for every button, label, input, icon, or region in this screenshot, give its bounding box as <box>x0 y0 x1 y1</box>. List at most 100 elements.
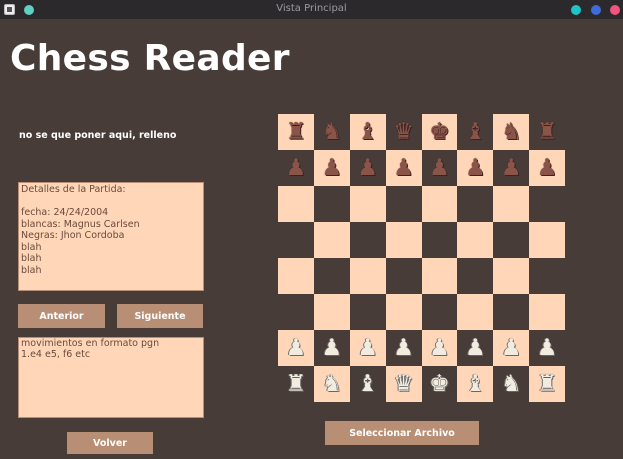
board-square-h5[interactable] <box>529 222 565 258</box>
black-bishop-icon[interactable]: ♝ <box>357 120 378 144</box>
board-square-c3[interactable] <box>349 294 386 330</box>
previous-button[interactable]: Anterior <box>18 304 105 328</box>
board-square-c1[interactable]: ♝ <box>349 366 386 402</box>
board-square-b4[interactable] <box>313 258 350 294</box>
board-square-a7[interactable]: ♟ <box>278 150 314 186</box>
moves-textarea[interactable]: movimientos en formato pgn 1.e4 e5, f6 e… <box>18 337 204 418</box>
board-square-h1[interactable]: ♜ <box>529 366 565 402</box>
board-square-e7[interactable]: ♟ <box>421 150 458 186</box>
minimize-button[interactable] <box>571 5 581 15</box>
board-square-e8[interactable]: ♚ <box>421 114 458 150</box>
board-square-c2[interactable]: ♟ <box>349 330 386 366</box>
board-square-b2[interactable]: ♟ <box>313 330 350 366</box>
black-queen-icon[interactable]: ♛ <box>393 120 414 144</box>
board-square-g2[interactable]: ♟ <box>493 330 530 366</box>
white-pawn-icon[interactable]: ♟ <box>429 336 450 360</box>
board-square-h2[interactable]: ♟ <box>529 330 565 366</box>
board-square-c5[interactable] <box>349 222 386 258</box>
board-square-a6[interactable] <box>278 186 314 222</box>
board-square-f8[interactable]: ♝ <box>457 114 494 150</box>
board-square-a2[interactable]: ♟ <box>278 330 314 366</box>
white-bishop-icon[interactable]: ♝ <box>465 372 486 396</box>
board-square-d4[interactable] <box>385 258 422 294</box>
black-bishop-icon[interactable]: ♝ <box>465 120 486 144</box>
board-square-f4[interactable] <box>457 258 494 294</box>
board-square-a8[interactable]: ♜ <box>278 114 314 150</box>
black-pawn-icon[interactable]: ♟ <box>537 156 558 180</box>
board-square-c8[interactable]: ♝ <box>349 114 386 150</box>
board-square-e1[interactable]: ♚ <box>421 366 458 402</box>
board-square-e6[interactable] <box>421 186 458 222</box>
next-button[interactable]: Siguiente <box>117 304 203 328</box>
black-pawn-icon[interactable]: ♟ <box>322 156 343 180</box>
white-rook-icon[interactable]: ♜ <box>537 372 558 396</box>
board-square-g4[interactable] <box>493 258 530 294</box>
board-square-d7[interactable]: ♟ <box>385 150 422 186</box>
board-square-g8[interactable]: ♞ <box>493 114 530 150</box>
board-square-g1[interactable]: ♞ <box>493 366 530 402</box>
board-square-d5[interactable] <box>385 222 422 258</box>
board-square-d6[interactable] <box>385 186 422 222</box>
board-square-e3[interactable] <box>421 294 458 330</box>
board-square-h8[interactable]: ♜ <box>529 114 565 150</box>
black-pawn-icon[interactable]: ♟ <box>286 156 307 180</box>
select-file-button[interactable]: Seleccionar Archivo <box>325 421 479 445</box>
board-square-d1[interactable]: ♛ <box>385 366 422 402</box>
close-button[interactable] <box>610 5 620 15</box>
board-square-e4[interactable] <box>421 258 458 294</box>
white-pawn-icon[interactable]: ♟ <box>537 336 558 360</box>
board-square-b1[interactable]: ♞ <box>313 366 350 402</box>
board-square-d8[interactable]: ♛ <box>385 114 422 150</box>
board-square-d3[interactable] <box>385 294 422 330</box>
board-square-c6[interactable] <box>349 186 386 222</box>
board-square-f2[interactable]: ♟ <box>457 330 494 366</box>
white-pawn-icon[interactable]: ♟ <box>393 336 414 360</box>
white-pawn-icon[interactable]: ♟ <box>357 336 378 360</box>
board-square-g7[interactable]: ♟ <box>493 150 530 186</box>
board-square-c7[interactable]: ♟ <box>349 150 386 186</box>
board-square-c4[interactable] <box>349 258 386 294</box>
black-knight-icon[interactable]: ♞ <box>501 120 522 144</box>
black-rook-icon[interactable]: ♜ <box>286 120 307 144</box>
board-square-f3[interactable] <box>457 294 494 330</box>
board-square-a3[interactable] <box>278 294 314 330</box>
board-square-e5[interactable] <box>421 222 458 258</box>
board-square-f5[interactable] <box>457 222 494 258</box>
black-king-icon[interactable]: ♚ <box>429 120 450 144</box>
white-rook-icon[interactable]: ♜ <box>286 372 307 396</box>
board-square-a4[interactable] <box>278 258 314 294</box>
board-square-g5[interactable] <box>493 222 530 258</box>
board-square-g6[interactable] <box>493 186 530 222</box>
board-square-h6[interactable] <box>529 186 565 222</box>
black-pawn-icon[interactable]: ♟ <box>357 156 378 180</box>
board-square-a5[interactable] <box>278 222 314 258</box>
white-king-icon[interactable]: ♚ <box>429 372 450 396</box>
white-pawn-icon[interactable]: ♟ <box>465 336 486 360</box>
back-button[interactable]: Volver <box>67 432 153 454</box>
black-pawn-icon[interactable]: ♟ <box>465 156 486 180</box>
board-square-e2[interactable]: ♟ <box>421 330 458 366</box>
white-pawn-icon[interactable]: ♟ <box>286 336 307 360</box>
black-pawn-icon[interactable]: ♟ <box>501 156 522 180</box>
board-square-b7[interactable]: ♟ <box>313 150 350 186</box>
board-square-f7[interactable]: ♟ <box>457 150 494 186</box>
white-bishop-icon[interactable]: ♝ <box>357 372 378 396</box>
black-pawn-icon[interactable]: ♟ <box>393 156 414 180</box>
board-square-h4[interactable] <box>529 258 565 294</box>
game-details-textarea[interactable]: Detalles de la Partida: fecha: 24/24/200… <box>18 182 204 291</box>
black-knight-icon[interactable]: ♞ <box>322 120 343 144</box>
board-square-b3[interactable] <box>313 294 350 330</box>
board-square-b5[interactable] <box>313 222 350 258</box>
white-pawn-icon[interactable]: ♟ <box>322 336 343 360</box>
board-square-d2[interactable]: ♟ <box>385 330 422 366</box>
white-knight-icon[interactable]: ♞ <box>322 372 343 396</box>
board-square-g3[interactable] <box>493 294 530 330</box>
white-pawn-icon[interactable]: ♟ <box>501 336 522 360</box>
black-pawn-icon[interactable]: ♟ <box>429 156 450 180</box>
board-square-f6[interactable] <box>457 186 494 222</box>
board-square-a1[interactable]: ♜ <box>278 366 314 402</box>
board-square-b6[interactable] <box>313 186 350 222</box>
black-rook-icon[interactable]: ♜ <box>537 120 558 144</box>
board-square-h3[interactable] <box>529 294 565 330</box>
board-square-f1[interactable]: ♝ <box>457 366 494 402</box>
